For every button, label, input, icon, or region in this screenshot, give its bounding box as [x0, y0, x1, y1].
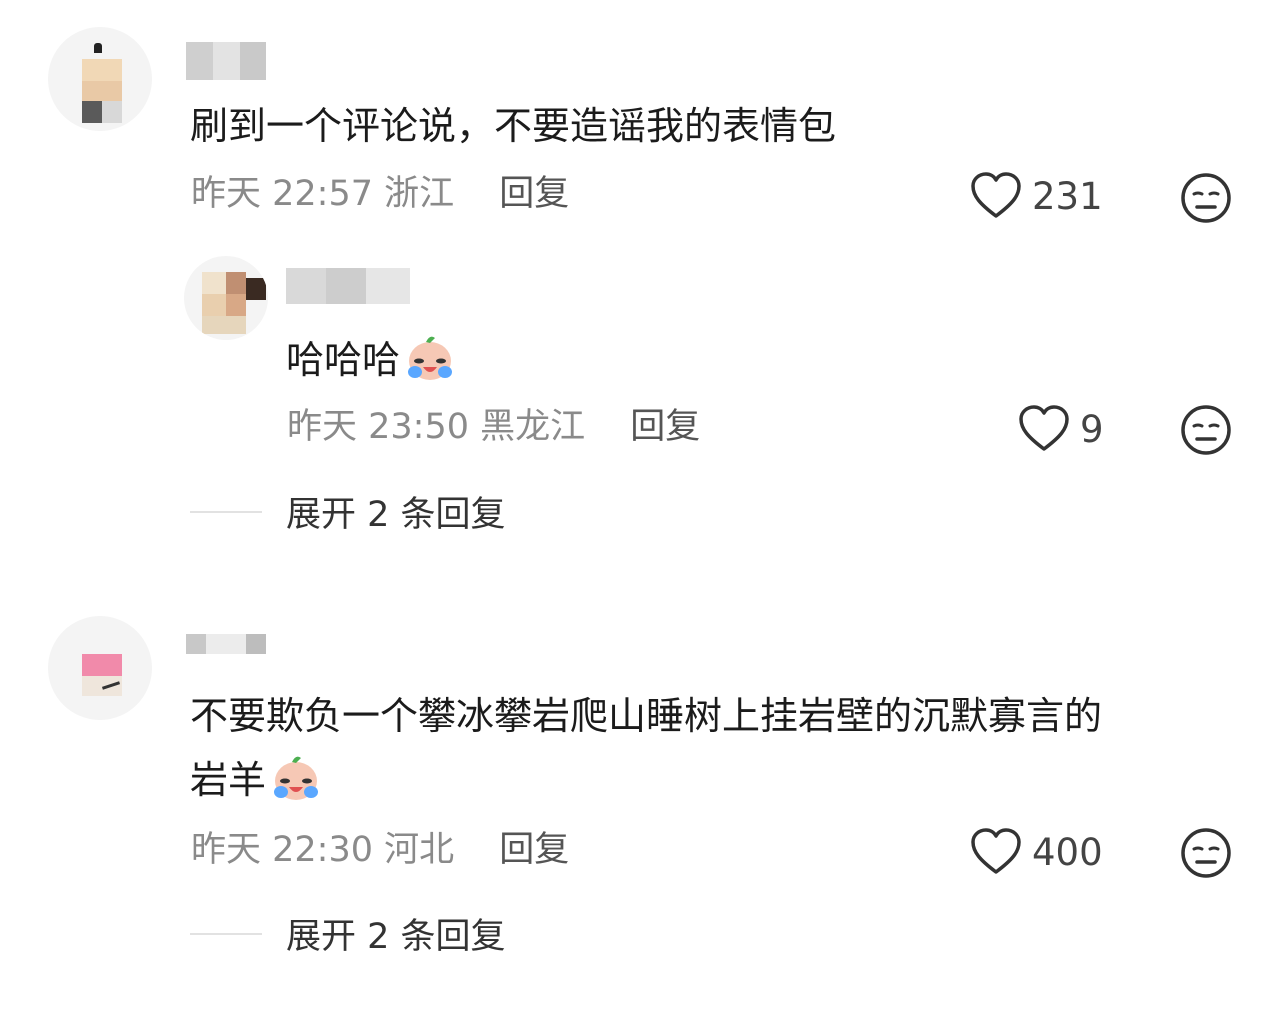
laugh-cry-emoji: [404, 331, 456, 383]
username[interactable]: [186, 42, 266, 80]
like-button[interactable]: 400: [970, 828, 1103, 876]
like-button[interactable]: 231: [970, 172, 1103, 220]
reply-avatar[interactable]: [184, 256, 268, 340]
like-count: 400: [1032, 830, 1103, 874]
comment-time: 昨天 22:30: [191, 830, 373, 870]
comment-text-line: 不要欺负一个攀冰攀岩爬山睡树上挂岩壁的沉默寡言的: [190, 694, 1103, 738]
reply-reply-button[interactable]: 回复: [630, 407, 700, 447]
comment-location: 浙江: [384, 174, 455, 214]
expand-replies-label: 展开 2 条回复: [286, 495, 506, 535]
reply-like-count: 9: [1080, 407, 1104, 451]
comment-text: 刷到一个评论说，不要造谣我的表情包: [190, 104, 837, 148]
neutral-face-icon[interactable]: [1180, 827, 1232, 883]
reply-like-button[interactable]: 9: [1018, 405, 1104, 453]
expand-replies-button[interactable]: 展开 2 条回复: [190, 486, 506, 537]
heart-outline-icon: [970, 828, 1022, 876]
reply-button[interactable]: 回复: [499, 174, 569, 214]
expand-replies-label: 展开 2 条回复: [286, 917, 506, 957]
heart-outline-icon: [970, 172, 1022, 220]
avatar[interactable]: [48, 27, 152, 131]
comment-text: 不要欺负一个攀冰攀岩爬山睡树上挂岩壁的沉默寡言的: [190, 686, 1102, 746]
comment-time: 昨天 22:57: [191, 174, 373, 214]
comment-location: 河北: [384, 830, 455, 870]
comment-text-line: 岩羊: [190, 758, 267, 802]
neutral-face-icon[interactable]: [1180, 404, 1232, 460]
reply-button[interactable]: 回复: [499, 830, 569, 870]
divider-line: [190, 510, 262, 513]
reply-text-content: 哈哈哈: [286, 338, 401, 382]
reply-meta: 昨天 23:50 黑龙江 回复: [287, 405, 700, 449]
expand-replies-button[interactable]: 展开 2 条回复: [190, 908, 506, 959]
reply-username[interactable]: [286, 268, 410, 304]
divider-line: [190, 932, 262, 935]
avatar[interactable]: [48, 616, 152, 720]
heart-outline-icon: [1018, 405, 1070, 453]
comment-meta: 昨天 22:30 河北 回复: [191, 828, 569, 872]
reply-text: 哈哈哈: [286, 330, 456, 390]
laugh-cry-emoji: [270, 751, 322, 803]
comment-meta: 昨天 22:57 浙江 回复: [191, 172, 569, 216]
comment-text: 岩羊: [190, 750, 322, 810]
reply-time: 昨天 23:50: [287, 407, 469, 447]
like-count: 231: [1032, 174, 1103, 218]
reply-location: 黑龙江: [480, 407, 586, 447]
username[interactable]: [186, 634, 266, 654]
neutral-face-icon[interactable]: [1180, 172, 1232, 228]
